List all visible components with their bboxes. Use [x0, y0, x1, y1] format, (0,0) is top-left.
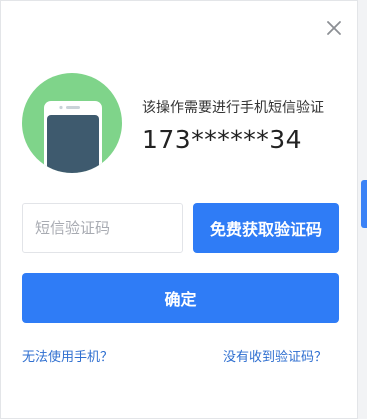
phone-avatar — [22, 73, 122, 173]
verification-hint: 该操作需要进行手机短信验证 — [142, 100, 324, 116]
sms-code-input[interactable] — [22, 203, 183, 253]
confirm-button[interactable]: 确定 — [22, 273, 339, 323]
cannot-use-phone-link[interactable]: 无法使用手机？ — [22, 346, 113, 365]
masked-phone-number: 173******34 — [142, 125, 303, 154]
close-icon — [327, 21, 341, 35]
close-button[interactable] — [323, 17, 345, 39]
no-code-received-link[interactable]: 没有收到验证码？ — [223, 346, 327, 365]
get-code-button[interactable]: 免费获取验证码 — [193, 203, 339, 253]
background-scroll-indicator — [361, 180, 367, 228]
mobile-phone-icon — [44, 101, 102, 173]
sms-verification-dialog: 该操作需要进行手机短信验证 173******34 免费获取验证码 确定 无法使… — [0, 0, 358, 419]
